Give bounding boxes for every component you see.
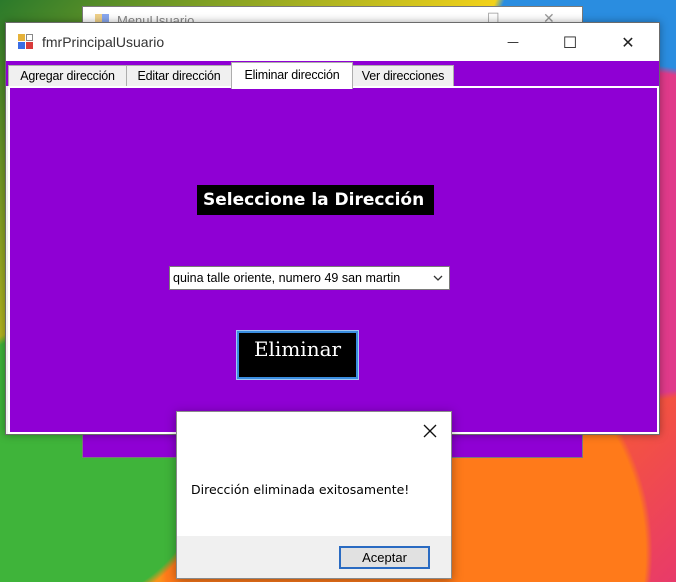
- titlebar: fmrPrincipalUsuario — ☐ ✕: [6, 23, 659, 61]
- maximize-icon: ☐: [562, 32, 578, 52]
- minimize-icon: —: [507, 35, 519, 49]
- address-select[interactable]: quina talle oriente, numero 49 san marti…: [169, 266, 450, 290]
- tab-agregar-direccion[interactable]: Agregar dirección: [8, 65, 127, 86]
- close-icon[interactable]: [419, 420, 441, 442]
- page-heading: Seleccione la Dirección: [197, 185, 434, 215]
- dialog-message: Dirección eliminada exitosamente!: [191, 482, 410, 497]
- main-window: fmrPrincipalUsuario — ☐ ✕ Agregar direcc…: [5, 22, 660, 435]
- chevron-down-icon: [433, 275, 443, 281]
- close-icon: ✕: [621, 32, 635, 52]
- tab-ver-direcciones[interactable]: Ver direcciones: [352, 65, 454, 86]
- accept-button[interactable]: Aceptar: [339, 546, 430, 569]
- tab-page-eliminar: Seleccione la Dirección quina talle orie…: [8, 86, 659, 434]
- close-button[interactable]: ✕: [605, 23, 651, 61]
- dialog-footer: Aceptar: [177, 536, 451, 578]
- tab-eliminar-direccion[interactable]: Eliminar dirección: [231, 62, 353, 89]
- maximize-button[interactable]: ☐: [547, 23, 593, 61]
- app-icon: [18, 34, 34, 50]
- address-select-value: quina talle oriente, numero 49 san marti…: [173, 271, 401, 285]
- delete-button[interactable]: Eliminar: [236, 330, 359, 380]
- message-dialog: Dirección eliminada exitosamente! Acepta…: [176, 411, 452, 579]
- tab-editar-direccion[interactable]: Editar dirección: [126, 65, 232, 86]
- minimize-button[interactable]: —: [490, 23, 536, 61]
- tab-strip: Agregar dirección Editar dirección Elimi…: [6, 61, 659, 89]
- window-title: fmrPrincipalUsuario: [42, 34, 165, 50]
